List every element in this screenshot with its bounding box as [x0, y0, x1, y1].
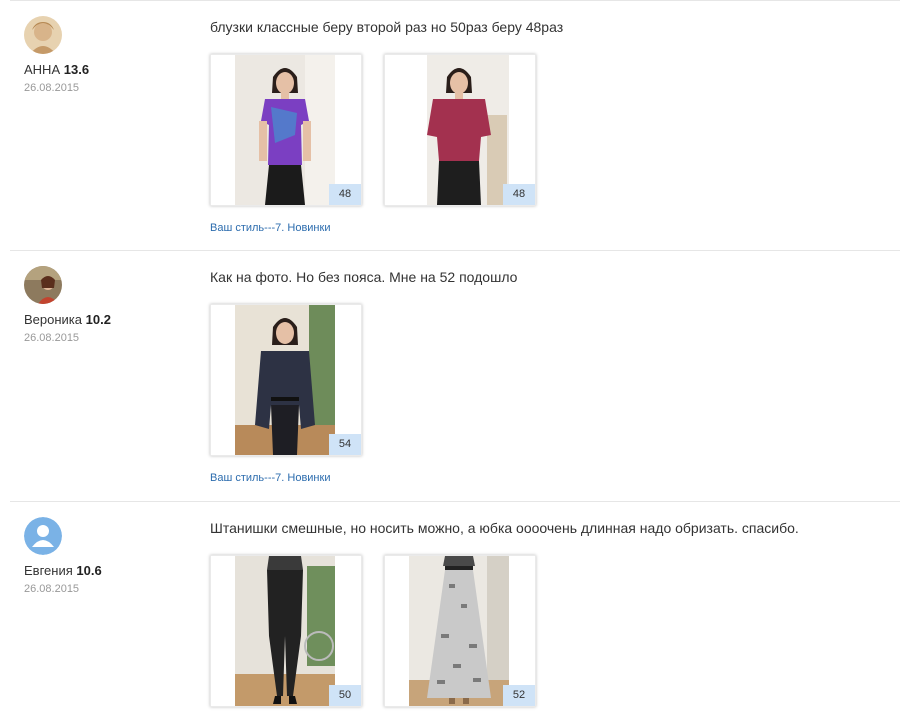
review-photos: 50 52 [210, 555, 890, 707]
product-photo[interactable]: 52 [384, 555, 536, 707]
product-image [235, 305, 335, 455]
review-content: блузки классные беру второй раз но 50раз… [210, 18, 890, 234]
catalog-link[interactable]: Ваш стиль---7. Новинки [210, 222, 890, 234]
user-avatar[interactable] [24, 266, 62, 304]
review-date: 26.08.2015 [24, 332, 80, 344]
product-photo[interactable]: 50 [210, 555, 362, 707]
user-name[interactable]: АННА [24, 62, 60, 77]
review-item: Евгения 10.6 26.08.2015 Штанишки смешные… [10, 502, 900, 711]
catalog-link[interactable]: Ваш стиль---7. Новинки [210, 472, 890, 484]
review-text: блузки классные беру второй раз но 50раз… [210, 19, 564, 35]
size-badge: 48 [329, 184, 361, 205]
review-date: 26.08.2015 [24, 82, 80, 94]
user-name-line: АННА 13.6 [24, 62, 174, 77]
product-photo[interactable]: 48 [384, 54, 536, 206]
product-photo[interactable]: 54 [210, 304, 362, 456]
product-image [235, 55, 335, 205]
review-item: АННА 13.6 26.08.2015 блузки классные бер… [10, 1, 900, 251]
product-image [409, 556, 509, 706]
size-badge: 54 [329, 434, 361, 455]
user-name-line: Евгения 10.6 [24, 563, 174, 578]
review-content: Штанишки смешные, но носить можно, а юбк… [210, 519, 890, 707]
review-author: Евгения 10.6 26.08.2015 [24, 517, 174, 595]
product-image [235, 556, 335, 706]
review-item: Вероника 10.2 26.08.2015 Как на фото. Но… [10, 251, 900, 502]
review-content: Как на фото. Но без пояса. Мне на 52 под… [210, 268, 890, 484]
product-photo[interactable]: 48 [210, 54, 362, 206]
review-text: Штанишки смешные, но носить можно, а юбк… [210, 520, 799, 536]
user-rating: 13.6 [63, 62, 90, 77]
product-image [409, 55, 509, 205]
user-name-line: Вероника 10.2 [24, 312, 174, 327]
review-photos: 54 [210, 304, 890, 456]
user-rating: 10.6 [76, 563, 102, 578]
user-avatar[interactable] [24, 16, 62, 54]
review-text: Как на фото. Но без пояса. Мне на 52 под… [210, 269, 518, 285]
review-author: Вероника 10.2 26.08.2015 [24, 266, 174, 344]
review-date: 26.08.2015 [24, 583, 80, 595]
size-badge: 52 [503, 685, 535, 706]
size-badge: 50 [329, 685, 361, 706]
default-user-icon[interactable] [24, 517, 62, 555]
review-author: АННА 13.6 26.08.2015 [24, 16, 174, 94]
review-photos: 48 48 [210, 54, 890, 206]
size-badge: 48 [503, 184, 535, 205]
user-name[interactable]: Вероника [24, 312, 82, 327]
user-name[interactable]: Евгения [24, 563, 73, 578]
user-rating: 10.2 [85, 312, 111, 327]
